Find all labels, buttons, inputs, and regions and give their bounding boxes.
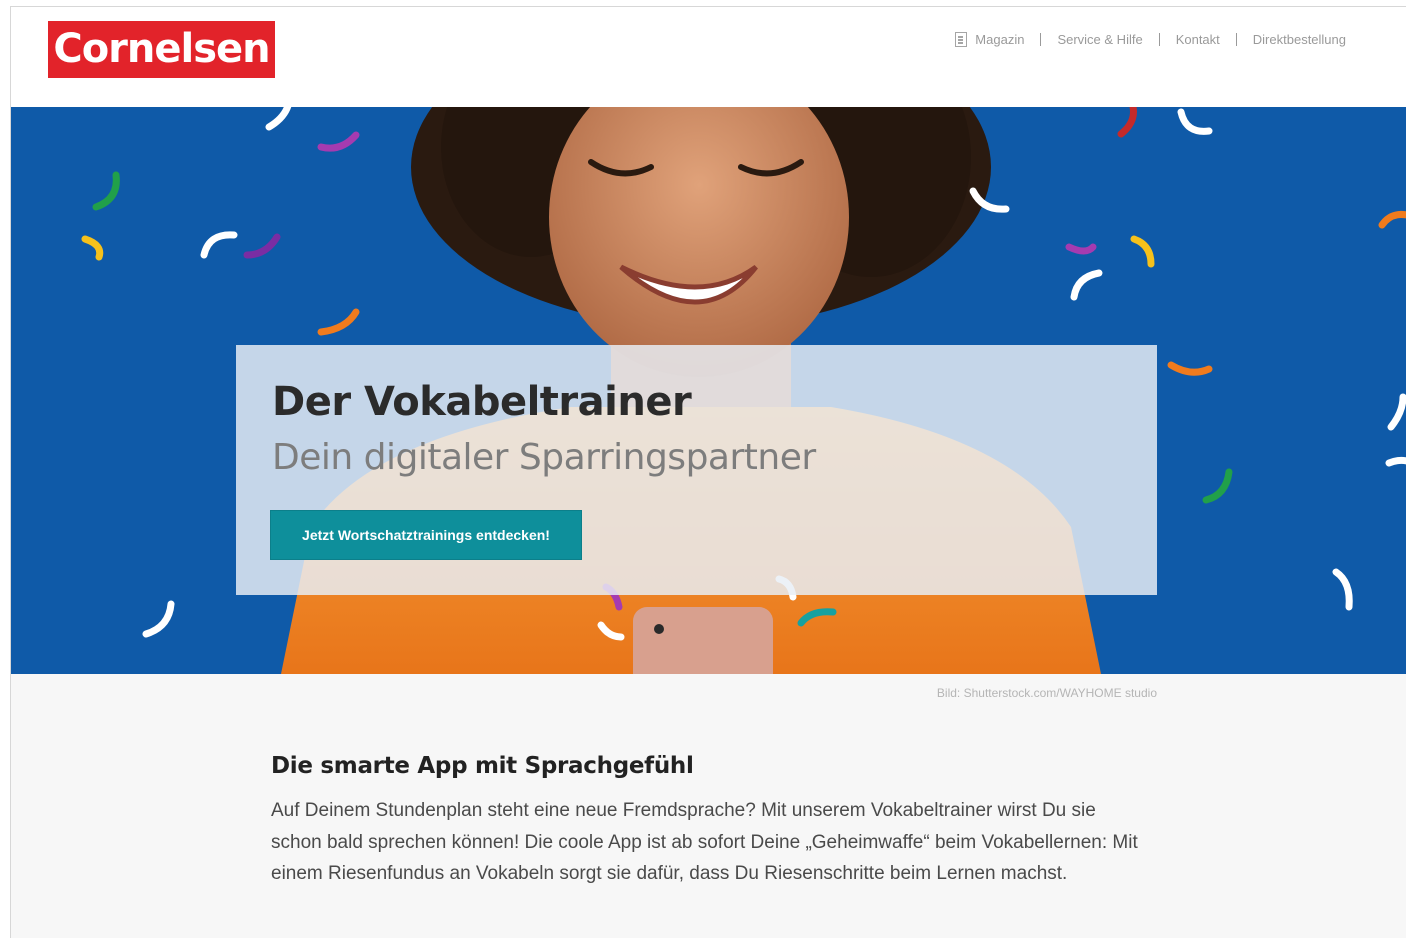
nav-link-magazin[interactable]: Magazin <box>975 32 1024 47</box>
nav-link-direktbestellung[interactable]: Direktbestellung <box>1253 32 1346 47</box>
nav-divider <box>1158 33 1160 46</box>
site-header: Cornelsen Magazin Service & Hilfe Kontak… <box>11 7 1406 107</box>
magazine-icon[interactable] <box>955 32 968 47</box>
section-text: Auf Deinem Stundenplan steht eine neue F… <box>271 800 1138 884</box>
browser-page: Cornelsen Magazin Service & Hilfe Kontak… <box>10 6 1406 938</box>
hero-title: Der Vokabeltrainer <box>272 379 692 425</box>
top-navigation: Magazin Service & Hilfe Kontakt Direktbe… <box>955 32 1346 47</box>
hero-subtitle: Dein digitaler Sparringspartner <box>272 437 816 478</box>
nav-divider <box>1040 33 1042 46</box>
cta-button[interactable]: Jetzt Wortschatztrainings entdecken! <box>270 510 582 560</box>
image-credit: Bild: Shutterstock.com/WAYHOME studio <box>936 686 1157 700</box>
nav-link-kontakt[interactable]: Kontakt <box>1176 32 1220 47</box>
nav-divider <box>1235 33 1237 46</box>
content-section: Bild: Shutterstock.com/WAYHOME studio Di… <box>11 674 1406 938</box>
hero-banner: Der Vokabeltrainer Dein digitaler Sparri… <box>11 107 1406 674</box>
section-title: Die smarte App mit Sprachgefühl <box>271 753 694 779</box>
nav-link-service-hilfe[interactable]: Service & Hilfe <box>1057 32 1142 47</box>
cornelsen-logo[interactable]: Cornelsen <box>48 21 275 78</box>
hero-text-panel: Der Vokabeltrainer Dein digitaler Sparri… <box>236 345 1157 595</box>
